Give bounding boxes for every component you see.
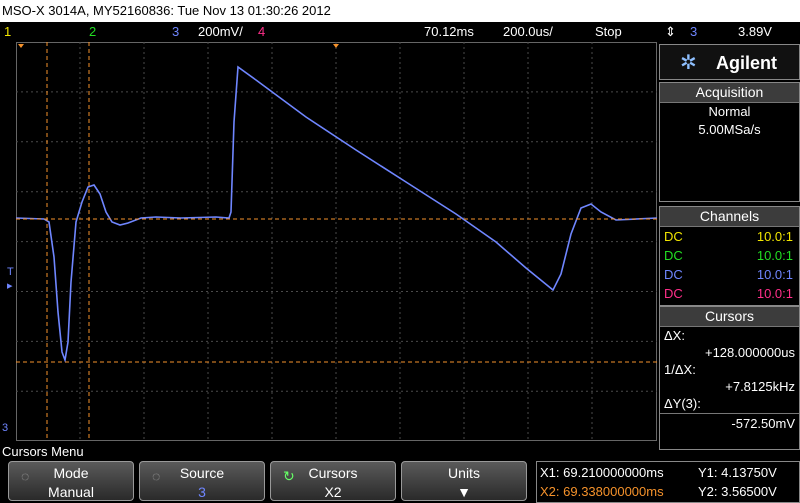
delta-y-label: ΔY(3): <box>664 396 701 411</box>
x2-readout: X2: 69.338000000ms <box>540 484 664 499</box>
cursors-softkey[interactable]: ↻ Cursors X2 <box>270 461 396 501</box>
channel-row-2: DC 10.0:1 <box>664 248 793 263</box>
title-text: MSO-X 3014A, MY52160836: Tue Nov 13 01:3… <box>2 3 331 18</box>
trigger-level-marker: T <box>7 266 14 278</box>
acquisition-panel: Acquisition Normal 5.00MSa/s <box>659 82 800 202</box>
delta-x-label: ΔX: <box>664 328 685 343</box>
channel-row-1: DC 10.0:1 <box>664 229 793 244</box>
channels-panel: Channels DC 10.0:1 DC 10.0:1 DC 10.0:1 D… <box>659 206 800 306</box>
channel-row-4: DC 10.0:1 <box>664 286 793 301</box>
source-softkey[interactable]: ◌ Source 3 <box>139 461 265 501</box>
trigger-icon: ⇕ <box>665 24 676 39</box>
status-bar: 1 2 3 200mV/ 4 70.12ms 200.0us/ Stop ⇕ 3… <box>0 22 800 42</box>
x1-readout: X1: 69.210000000ms <box>540 465 664 480</box>
mode-softkey[interactable]: ◌ Mode Manual <box>8 461 134 501</box>
acquisition-header: Acquisition <box>660 83 799 103</box>
acquisition-rate: 5.00MSa/s <box>698 122 761 137</box>
agilent-spark-icon: ✲ <box>680 52 697 74</box>
ch3-indicator[interactable]: 3 <box>172 22 179 42</box>
title-bar: MSO-X 3014A, MY52160836: Tue Nov 13 01:3… <box>0 0 800 22</box>
trigger-level: 3.89V <box>738 24 772 39</box>
arrow-down-icon: ▼ <box>457 484 471 500</box>
run-state: Stop <box>595 24 622 39</box>
menu-title: Cursors Menu <box>2 444 84 459</box>
divider <box>660 413 799 414</box>
acquisition-mode: Normal <box>708 104 751 119</box>
ch1-indicator[interactable]: 1 <box>4 22 11 42</box>
units-softkey[interactable]: Units ▼ <box>401 461 527 501</box>
inverse-delta-x-value: +7.8125kHz <box>725 379 795 394</box>
time-scale: 200.0us/ <box>503 24 553 39</box>
ch4-indicator[interactable]: 4 <box>258 22 265 42</box>
trigger-arrow-icon: ▸ <box>7 280 13 292</box>
y1-readout: Y1: 4.13750V <box>698 465 777 480</box>
delta-x-value: +128.000000us <box>704 345 795 360</box>
y2-readout: Y2: 3.56500V <box>698 484 777 499</box>
waveform-display[interactable]: T ▸ 3 <box>2 42 657 441</box>
delta-y-value: -572.50mV <box>731 416 795 431</box>
time-position: 70.12ms <box>424 24 474 39</box>
channels-header: Channels <box>660 207 799 227</box>
waveform-graticule <box>16 42 657 441</box>
trigger-source: 3 <box>690 24 698 39</box>
inverse-delta-x-label: 1/ΔX: <box>664 362 696 377</box>
side-panel: ✲ Agilent Acquisition Normal 5.00MSa/s C… <box>659 44 800 450</box>
cursor-readout: X1: 69.210000000ms X2: 69.338000000ms Y1… <box>536 461 800 503</box>
cursors-panel: Cursors ΔX: +128.000000us 1/ΔX: +7.8125k… <box>659 306 800 450</box>
ch3-scale: 200mV/ <box>198 24 243 39</box>
brand-logo: ✲ Agilent <box>659 44 800 80</box>
ch3-ground-marker: 3 <box>2 422 9 434</box>
ch2-indicator[interactable]: 2 <box>89 22 96 42</box>
cursors-header: Cursors <box>660 307 799 327</box>
channel-row-3: DC 10.0:1 <box>664 267 793 282</box>
